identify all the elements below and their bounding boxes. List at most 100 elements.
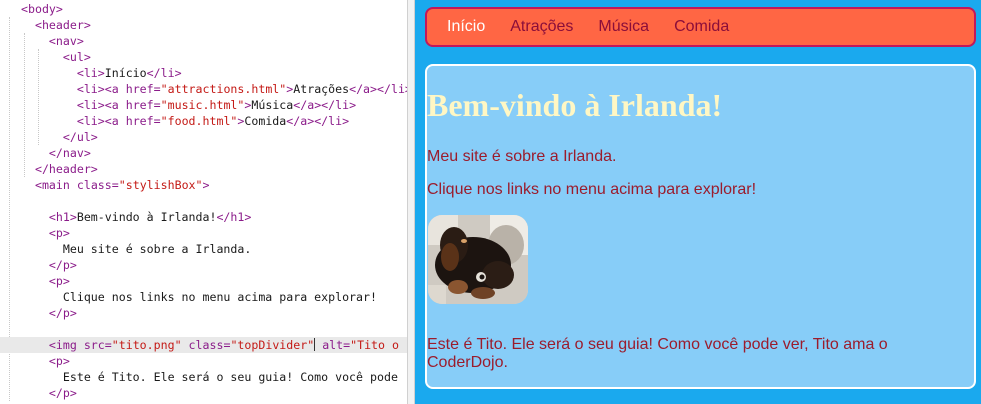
code-token: <p> [48, 226, 70, 240]
code-token: "topDivider" [230, 338, 315, 352]
nav-link-atracoes[interactable]: Atrações [510, 18, 573, 36]
nav-bar: Início Atrações Música Comida [425, 7, 976, 47]
code-token: "music.html" [160, 98, 245, 112]
dog-photo-icon [428, 215, 528, 304]
code-line[interactable]: <p> [0, 273, 407, 289]
nav-link-musica[interactable]: Música [598, 18, 649, 36]
code-token: <header> [34, 18, 91, 32]
code-line[interactable]: </nav> [0, 145, 407, 161]
code-token: Meu site é sobre a Irlanda. [21, 242, 252, 256]
code-token: src= [83, 338, 112, 352]
tito-paragraph: Este é Tito. Ele será o seu guia! Como v… [427, 336, 888, 371]
code-line[interactable]: <p> [0, 225, 407, 241]
code-token: </a></li> [293, 98, 357, 112]
explore-paragraph: Clique nos links no menu acima para expl… [427, 181, 757, 198]
code-line[interactable] [0, 193, 407, 209]
code-token: "Tito o [350, 338, 399, 352]
code-line[interactable]: <li><a href="food.html">Comida</a></li> [0, 113, 407, 129]
code-token: </a></li> [286, 114, 350, 128]
code-token: Música [251, 98, 294, 112]
nav-link-comida[interactable]: Comida [674, 18, 729, 36]
code-token: <body> [21, 2, 63, 16]
code-token: Este é Tito. Ele será o seu guia! Como v… [21, 370, 398, 384]
code-line[interactable]: Este é Tito. Ele será o seu guia! Como v… [0, 369, 407, 385]
nav-item-inicio: Início [447, 18, 486, 35]
code-line[interactable]: <li><a href="music.html">Música</a></li> [0, 97, 407, 113]
code-line[interactable]: </p> [0, 385, 407, 401]
code-token: <img [48, 338, 84, 352]
code-token: class= [76, 178, 119, 192]
code-line[interactable]: <nav> [0, 33, 407, 49]
code-line[interactable]: <h1>Bem-vindo à Irlanda!</h1> [0, 209, 407, 225]
code-token: Clique nos links no menu acima para expl… [21, 290, 377, 304]
code-token: <nav> [48, 34, 84, 48]
code-token: Atrações [293, 82, 350, 96]
code-token: </li> [146, 66, 182, 80]
code-token: "tito.png" [111, 338, 182, 352]
code-line[interactable]: </ul> [0, 129, 407, 145]
intro-paragraph: Meu site é sobre a Irlanda. [427, 148, 617, 165]
code-token: Início [104, 66, 147, 80]
page-heading: Bem-vindo à Irlanda! [427, 87, 723, 123]
code-token: </header> [34, 162, 98, 176]
code-token: <p> [48, 274, 70, 288]
pane-divider[interactable] [407, 0, 415, 404]
code-token: <li> [76, 66, 105, 80]
code-token: </p> [48, 306, 77, 320]
code-token: </a></li> [349, 82, 407, 96]
code-token: "stylishBox" [118, 178, 203, 192]
code-line[interactable]: Clique nos links no menu acima para expl… [0, 289, 407, 305]
code-line[interactable]: <header> [0, 17, 407, 33]
code-token: </p> [48, 386, 77, 400]
code-line[interactable]: </header> [0, 161, 407, 177]
code-line[interactable]: <li>Início</li> [0, 65, 407, 81]
code-token: </h1> [216, 210, 252, 224]
code-token: <p> [48, 354, 70, 368]
code-token: Bem-vindo à Irlanda! [76, 210, 217, 224]
code-line[interactable]: <img src="tito.png" class="topDivider" a… [0, 337, 407, 353]
code-editor[interactable]: <body> <header> <nav> <ul> <li>Início</l… [0, 0, 407, 404]
code-token: </p> [48, 258, 77, 272]
code-line[interactable]: <ul> [0, 49, 407, 65]
code-line[interactable]: <main class="stylishBox"> [0, 177, 407, 193]
code-token: </ul> [62, 130, 98, 144]
code-line[interactable]: <p> [0, 353, 407, 369]
code-token: href= [125, 98, 161, 112]
code-token: <li><a [76, 82, 126, 96]
code-token: "food.html" [160, 114, 238, 128]
code-token: <li><a [76, 114, 126, 128]
code-token: href= [125, 82, 161, 96]
code-line[interactable]: </p> [0, 305, 407, 321]
code-token: <li><a [76, 98, 126, 112]
code-line[interactable]: Meu site é sobre a Irlanda. [0, 241, 407, 257]
code-line[interactable] [0, 321, 407, 337]
code-token: "attractions.html" [160, 82, 287, 96]
tito-dog-image [428, 215, 528, 304]
code-line[interactable]: <body> [0, 1, 407, 17]
code-token: class= [188, 338, 231, 352]
code-token: > [202, 178, 210, 192]
stylish-box: Bem-vindo à Irlanda! Meu site é sobre a … [425, 64, 976, 389]
code-line[interactable]: <li><a href="attractions.html">Atrações<… [0, 81, 407, 97]
code-token: <h1> [48, 210, 77, 224]
code-line[interactable]: </p> [0, 257, 407, 273]
code-token: <main [34, 178, 77, 192]
